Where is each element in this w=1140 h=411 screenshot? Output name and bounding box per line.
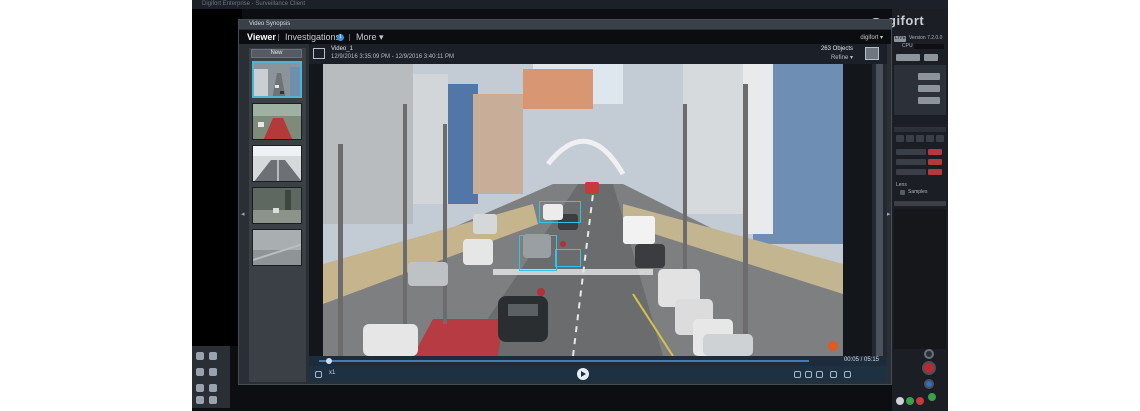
detection-box[interactable] xyxy=(555,249,581,267)
vertical-scrollbar[interactable] xyxy=(872,64,887,356)
cloud-icon[interactable] xyxy=(196,384,204,392)
video-time-range: 12/9/2016 3:35:09 PM - 12/9/2016 3:40:11… xyxy=(331,54,454,60)
field-select[interactable] xyxy=(896,159,926,165)
video-viewer: Video_1 12/9/2016 3:35:09 PM - 12/9/2016… xyxy=(309,44,887,382)
zoom-icon[interactable] xyxy=(794,371,801,378)
preset-2[interactable] xyxy=(906,135,914,142)
export-icon[interactable] xyxy=(830,371,837,378)
record-button[interactable] xyxy=(922,361,936,375)
tray-icon[interactable] xyxy=(896,397,904,405)
tab-more[interactable]: More ▾ xyxy=(356,32,384,42)
left-black-area xyxy=(192,9,242,346)
field-button[interactable] xyxy=(928,169,942,175)
dialog-title: Video Synopsis xyxy=(249,21,291,27)
field-button[interactable] xyxy=(928,159,942,165)
preset-3[interactable] xyxy=(916,135,924,142)
document-icon[interactable] xyxy=(209,384,217,392)
fullscreen-icon[interactable] xyxy=(805,371,812,378)
collapse-left-arrow[interactable]: ◂ xyxy=(241,210,245,218)
scrollbar-thumb[interactable] xyxy=(876,64,883,356)
tray-icon[interactable] xyxy=(916,397,924,405)
live-label: LIVE xyxy=(895,35,906,41)
playback-time: 00:05 / 05:15 xyxy=(843,357,879,363)
collapse-right-arrow[interactable]: ▸ xyxy=(887,210,891,218)
preset-1[interactable] xyxy=(896,135,904,142)
layout-icon[interactable] xyxy=(865,47,879,60)
panel-button[interactable] xyxy=(896,54,920,61)
os-title-bar: Digifort Enterprise - Surveillance Clien… xyxy=(192,0,948,9)
online-icon xyxy=(928,393,936,401)
tools-icon[interactable] xyxy=(196,396,204,404)
thumbnail-item[interactable] xyxy=(252,187,302,224)
cpu-meter xyxy=(914,44,944,49)
video-synopsis-window: Video Synopsis Viewer Investigations 1 M… xyxy=(238,19,892,385)
ptz-button[interactable] xyxy=(918,97,940,104)
image-icon[interactable] xyxy=(196,368,204,376)
cpu-label: CPU xyxy=(902,43,913,49)
play-button[interactable] xyxy=(577,368,589,380)
report-icon[interactable] xyxy=(209,396,217,404)
grid-icon[interactable] xyxy=(209,368,217,376)
playback-speed[interactable]: x1 xyxy=(329,370,335,376)
detection-box[interactable] xyxy=(519,235,557,271)
video-name: Video_1 xyxy=(331,46,353,52)
playback-controls: x1 xyxy=(309,366,887,382)
tab-separator xyxy=(278,34,279,41)
options-icon[interactable] xyxy=(844,371,851,378)
playback-timeline[interactable]: 00:05 / 05:15 xyxy=(309,356,887,366)
tab-bar: Viewer Investigations 1 More ▾ digifort … xyxy=(239,30,891,44)
settings-icon[interactable] xyxy=(315,371,322,378)
preset-5[interactable] xyxy=(936,135,944,142)
preset-4[interactable] xyxy=(926,135,934,142)
thumbnail-item[interactable] xyxy=(252,229,302,266)
investigations-badge: 1 xyxy=(337,34,344,41)
objects-count: 263 Objects xyxy=(820,46,853,52)
field-select[interactable] xyxy=(896,149,926,155)
timeline-knob[interactable] xyxy=(325,358,332,364)
left-dock xyxy=(192,346,230,408)
tab-viewer[interactable]: Viewer xyxy=(247,32,276,42)
version-label: Version 7.2.0.0 xyxy=(909,35,943,41)
thumbnail-item[interactable] xyxy=(252,103,302,140)
tab-separator xyxy=(349,34,350,41)
right-control-panel: LIVE Version 7.2.0.0 CPU Lens Samples xyxy=(892,9,948,411)
os-window-title: Digifort Enterprise - Surveillance Clien… xyxy=(202,1,306,7)
thumbnail-item[interactable] xyxy=(252,61,302,98)
dialog-title-bar: Video Synopsis xyxy=(239,20,891,29)
ptz-button[interactable] xyxy=(918,85,940,92)
camera-icon[interactable] xyxy=(209,352,217,360)
divider xyxy=(894,127,946,132)
tab-investigations[interactable]: Investigations xyxy=(285,32,340,42)
snapshot-icon[interactable] xyxy=(816,371,823,378)
detection-box[interactable] xyxy=(539,201,581,223)
gear-icon[interactable] xyxy=(196,352,204,360)
user-menu[interactable]: digifort ▾ xyxy=(860,34,883,41)
video-icon xyxy=(313,48,325,59)
thumbnail-item[interactable] xyxy=(252,145,302,182)
panel-button[interactable] xyxy=(924,54,938,61)
new-button[interactable]: New xyxy=(251,49,302,58)
samples-checkbox[interactable] xyxy=(900,190,905,195)
timeline-track[interactable] xyxy=(319,360,809,362)
lens-label: Lens xyxy=(896,182,907,188)
refine-dropdown[interactable]: Refine ▾ xyxy=(831,54,853,61)
logo-text: gifort xyxy=(888,13,925,28)
video-header: Video_1 12/9/2016 3:35:09 PM - 12/9/2016… xyxy=(309,44,887,64)
video-frame[interactable] xyxy=(323,64,843,356)
thumbnail-panel: New xyxy=(249,48,306,382)
info-area xyxy=(894,209,946,349)
globe-icon[interactable] xyxy=(924,379,934,389)
field-button[interactable] xyxy=(928,149,942,155)
field-select[interactable] xyxy=(896,169,926,175)
tray-icon[interactable] xyxy=(906,397,914,405)
ptz-button[interactable] xyxy=(918,73,940,80)
samples-label: Samples xyxy=(908,189,928,195)
divider xyxy=(894,201,946,206)
status-indicator xyxy=(924,349,934,359)
